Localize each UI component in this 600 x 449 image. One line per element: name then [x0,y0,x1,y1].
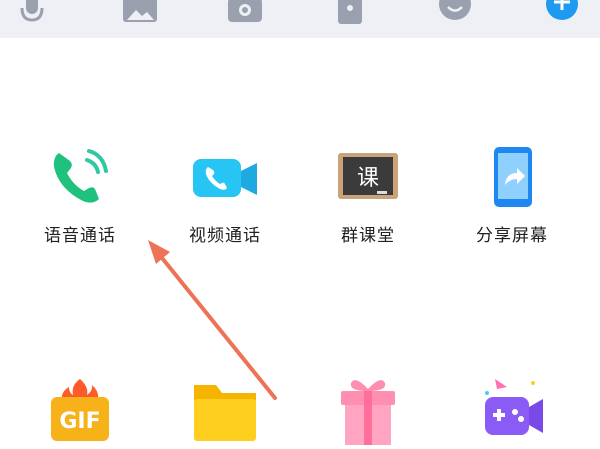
chat-input-toolbar [0,0,600,38]
share-screen-icon [477,143,547,213]
group-classroom-item[interactable]: 课 群课堂 [308,143,428,246]
classroom-board-text: 课 [357,166,379,191]
group-classroom-label: 群课堂 [341,226,395,246]
video-call-item[interactable]: 视频通话 [165,143,285,246]
share-screen-item[interactable]: 分享屏幕 [452,143,572,246]
voice-call-label: 语音通话 [44,226,116,246]
voice-call-item[interactable]: 语音通话 [20,143,140,246]
gif-badge-text: GIF [59,409,100,434]
classroom-board-icon: 课 [333,143,403,213]
image-icon[interactable] [120,0,160,26]
red-packet-icon[interactable] [330,0,370,26]
camera-icon[interactable] [225,0,265,26]
video-call-icon [190,143,260,213]
emoji-icon[interactable] [435,0,475,26]
phone-icon [45,143,115,213]
plus-icon[interactable] [542,0,582,26]
video-call-label: 视频通话 [189,226,261,246]
share-screen-label: 分享屏幕 [476,226,548,246]
microphone-icon[interactable] [12,0,52,26]
